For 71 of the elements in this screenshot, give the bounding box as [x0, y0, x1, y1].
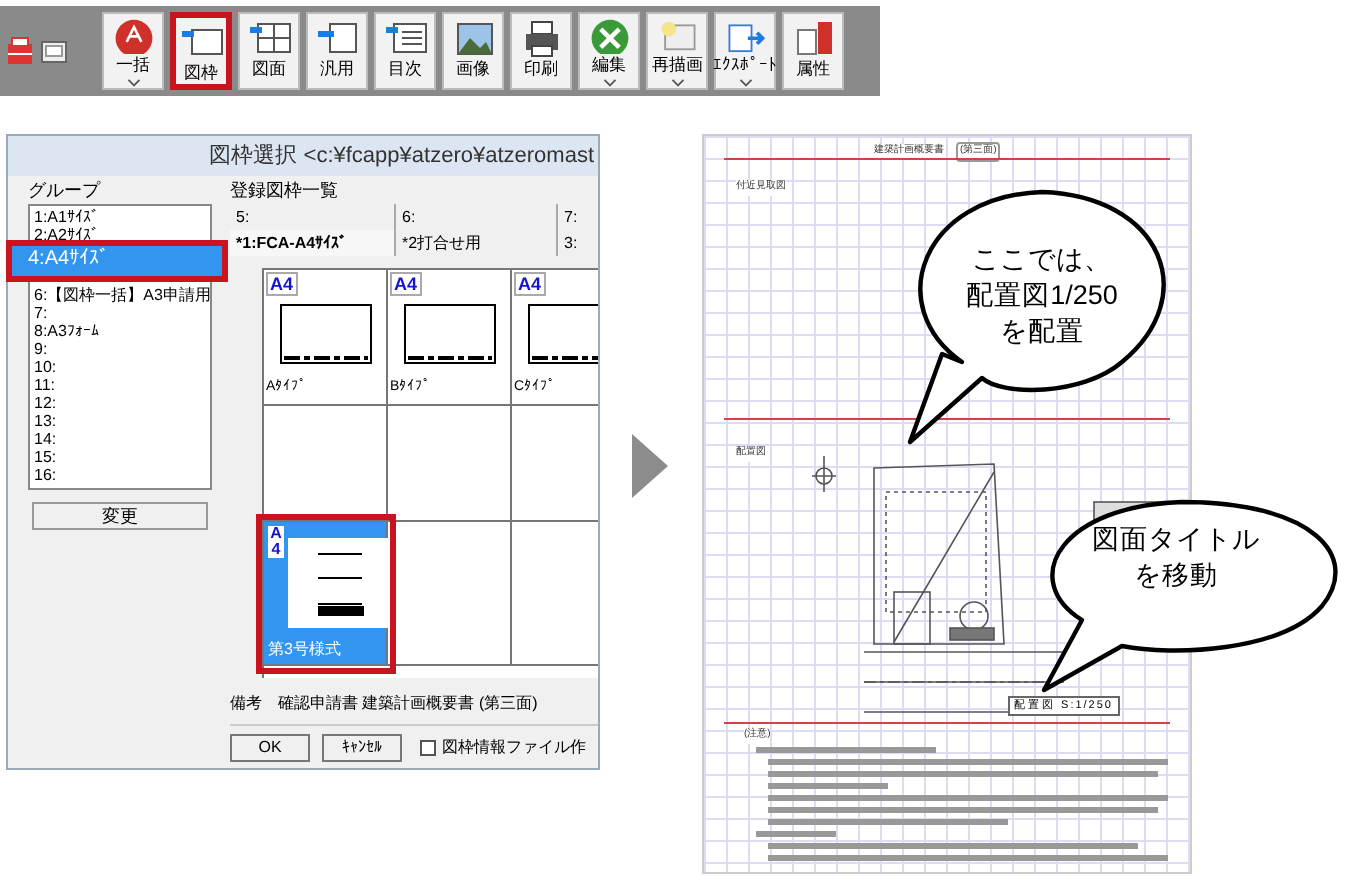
tab[interactable]: *2打合せ用 — [394, 230, 556, 256]
arrow-icon — [632, 434, 668, 498]
group-item[interactable]: 9: — [30, 340, 210, 358]
remark-text: 備考 確認申請書 建築計画概要書 (第三面) — [230, 692, 540, 716]
toolbar-button[interactable]: 図枠 — [170, 12, 232, 90]
grid-cell[interactable] — [388, 522, 512, 666]
tools-icon — [587, 18, 631, 55]
callout-text: 配置図1/250 — [966, 278, 1118, 314]
toolbar-button[interactable]: ｴｸｽﾎﾟｰﾄ — [714, 12, 776, 90]
drawing-icon — [247, 18, 291, 58]
dialog-title: 図枠選択 <c:¥fcapp¥atzero¥atzeromast — [8, 136, 598, 176]
caret-icon[interactable] — [125, 78, 141, 88]
grid-cell[interactable] — [388, 406, 512, 522]
toolbar-button[interactable]: 印刷 — [510, 12, 572, 90]
group-item[interactable]: 16: — [30, 466, 210, 484]
caret-icon[interactable] — [601, 78, 617, 88]
callout-text: を配置 — [1000, 314, 1084, 350]
frame-preview-icon — [404, 304, 496, 364]
list-label: 登録図枠一覧 — [230, 178, 340, 204]
group-item[interactable]: 2:A2ｻｲｽﾞ — [30, 226, 210, 244]
group-item[interactable]: 12: — [30, 394, 210, 412]
list-icon — [383, 18, 427, 58]
callout-text: を移動 — [1134, 558, 1218, 594]
grid-cell[interactable] — [264, 406, 388, 522]
caret-icon[interactable] — [669, 78, 685, 88]
group-item[interactable]: 6:【図枠一括】A3申請用 — [30, 286, 210, 304]
frame-icon — [315, 18, 359, 58]
group-item[interactable]: 1:A1ｻｲｽﾞ — [30, 208, 210, 226]
auto-badge-icon — [111, 18, 155, 55]
checkbox-label: 図枠情報ファイル作 — [442, 736, 586, 760]
tab[interactable]: *1:FCA-A4ｻｲｽﾞ — [230, 230, 394, 256]
callout-text: ここでは、 — [972, 242, 1112, 278]
group-item[interactable]: 7: — [30, 304, 210, 322]
caret-icon[interactable] — [737, 78, 753, 88]
picture-icon — [451, 18, 495, 58]
group-item[interactable]: 8:A3ﾌｫｰﾑ — [30, 322, 210, 340]
toolbar-button[interactable]: 一括 — [102, 12, 164, 90]
tab[interactable]: 6: — [394, 204, 556, 230]
attribute-icon — [791, 18, 835, 58]
frame-preview-icon — [528, 304, 598, 364]
tab[interactable]: 5: — [230, 204, 394, 230]
group-item[interactable]: 14: — [30, 430, 210, 448]
cancel-button[interactable]: ｷｬﾝｾﾙ — [322, 734, 402, 762]
toolbar-button[interactable]: 編集 — [578, 12, 640, 90]
callout-text: 図面タイトル — [1092, 522, 1260, 558]
tab[interactable]: 7: — [556, 204, 598, 230]
tab[interactable]: 3: — [556, 230, 598, 256]
group-item[interactable]: 15: — [30, 448, 210, 466]
ok-button[interactable]: OK — [230, 734, 310, 762]
export-icon — [723, 18, 767, 55]
group-label: グループ — [26, 178, 103, 204]
toolbar-button[interactable]: 属性 — [782, 12, 844, 90]
group-item[interactable]: 11: — [30, 376, 210, 394]
toolbar-button[interactable]: 目次 — [374, 12, 436, 90]
size-badge: A4 — [390, 272, 422, 296]
monitor-icon[interactable] — [40, 37, 68, 65]
printer-icon[interactable] — [6, 36, 34, 66]
change-button[interactable]: 変更 — [32, 502, 208, 530]
toolbar-button[interactable]: 汎用 — [306, 12, 368, 90]
size-badge: A4 — [266, 272, 298, 296]
checkbox[interactable] — [420, 740, 436, 756]
frame-preview-icon — [280, 304, 372, 364]
toolbar-button[interactable]: 再描画 — [646, 12, 708, 90]
size-badge: A4 — [268, 526, 284, 558]
group-item[interactable]: 10: — [30, 358, 210, 376]
frame-caption: 第3号様式 — [268, 638, 341, 662]
group-item[interactable]: 13: — [30, 412, 210, 430]
toolbar-button[interactable]: 図面 — [238, 12, 300, 90]
toolbar-button[interactable]: 画像 — [442, 12, 504, 90]
form-preview-icon — [288, 538, 388, 628]
size-badge: A4 — [514, 272, 546, 296]
